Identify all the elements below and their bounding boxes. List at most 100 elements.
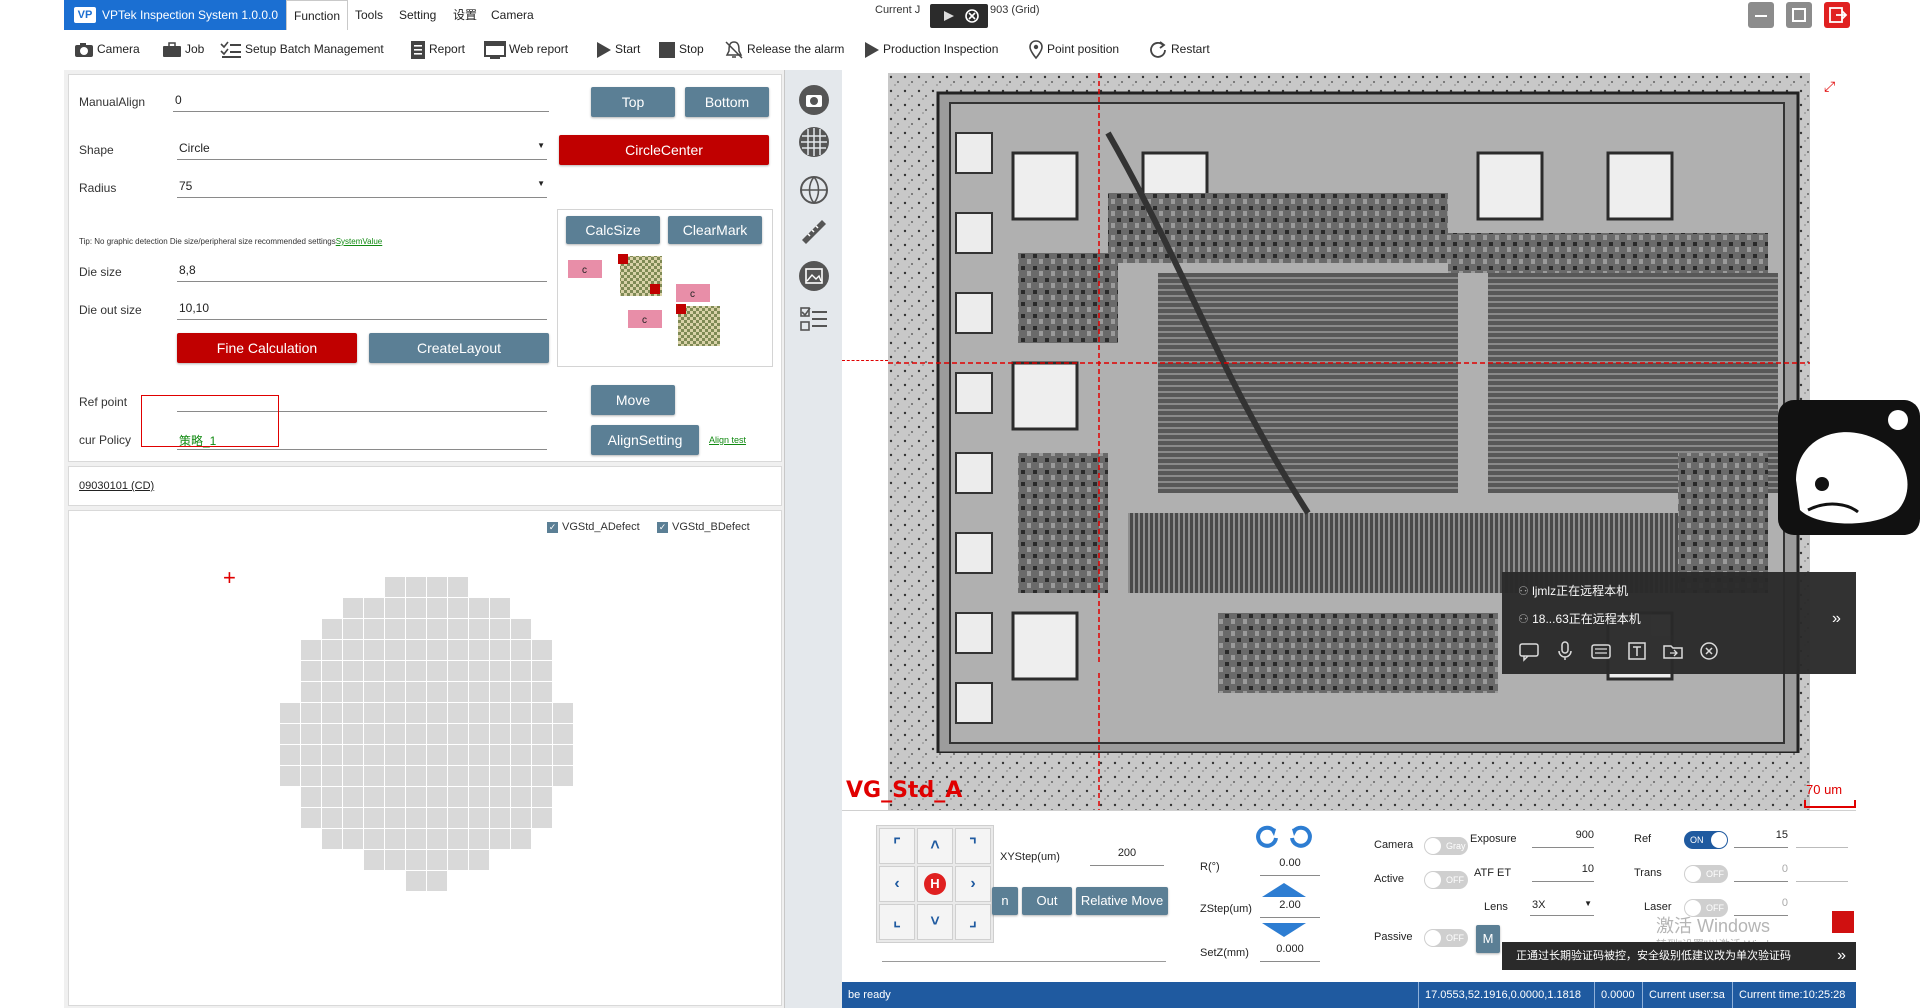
toolbar-stop-button[interactable]: Stop — [658, 34, 704, 64]
trans-extra-field[interactable] — [1796, 863, 1848, 882]
wafer-die[interactable] — [280, 745, 300, 765]
system-value-link[interactable]: SystemValue — [336, 237, 383, 246]
wafer-die[interactable] — [385, 661, 405, 681]
circle-center-button[interactable]: CircleCenter — [559, 135, 769, 165]
job-link[interactable]: 09030101 (CD) — [79, 480, 154, 492]
exit-button[interactable] — [1824, 2, 1850, 28]
wafer-die[interactable] — [532, 766, 552, 786]
wafer-die[interactable] — [322, 682, 342, 702]
wafer-die[interactable] — [343, 808, 363, 828]
wafer-die[interactable] — [511, 766, 531, 786]
wafer-die[interactable] — [490, 724, 510, 744]
clear-mark-button[interactable]: ClearMark — [668, 216, 762, 244]
home-button[interactable]: H — [917, 866, 953, 902]
menu-settings-cn[interactable]: 设置 — [446, 0, 484, 30]
toolbar-point-position-button[interactable]: Point position — [1028, 34, 1119, 64]
wafer-die[interactable] — [322, 661, 342, 681]
wafer-die[interactable] — [406, 787, 426, 807]
exposure-input[interactable]: 900 — [1532, 829, 1594, 848]
wafer-die[interactable] — [427, 808, 447, 828]
toolbar-report-button[interactable]: Report — [410, 34, 465, 64]
wafer-die[interactable] — [385, 682, 405, 702]
wafer-die[interactable] — [343, 787, 363, 807]
wafer-die[interactable] — [469, 787, 489, 807]
wafer-die[interactable] — [385, 640, 405, 660]
align-setting-button[interactable]: AlignSetting — [591, 425, 699, 455]
wafer-die[interactable] — [343, 682, 363, 702]
wafer-die[interactable] — [301, 808, 321, 828]
wafer-die[interactable] — [385, 745, 405, 765]
wafer-die[interactable] — [343, 745, 363, 765]
wafer-die[interactable] — [301, 724, 321, 744]
passive-toggle[interactable]: OFF — [1424, 929, 1468, 947]
wafer-die[interactable] — [385, 577, 405, 597]
wafer-die[interactable] — [343, 619, 363, 639]
wafer-die[interactable] — [532, 682, 552, 702]
trans-toggle[interactable]: OFF — [1684, 865, 1728, 883]
wafer-die[interactable] — [427, 703, 447, 723]
wafer-die[interactable] — [322, 619, 342, 639]
wafer-die[interactable] — [553, 703, 573, 723]
create-layout-button[interactable]: CreateLayout — [369, 333, 549, 363]
wafer-die[interactable] — [406, 703, 426, 723]
globe-icon[interactable] — [798, 174, 830, 206]
wafer-die[interactable] — [385, 787, 405, 807]
wafer-die[interactable] — [385, 619, 405, 639]
wafer-die[interactable] — [343, 724, 363, 744]
wafer-die[interactable] — [322, 829, 342, 849]
wafer-die[interactable] — [469, 598, 489, 618]
wafer-die[interactable] — [427, 598, 447, 618]
shape-select[interactable]: Circle ▼ — [177, 139, 547, 160]
wafer-die[interactable] — [448, 640, 468, 660]
wafer-die[interactable] — [322, 640, 342, 660]
move-down-right-button[interactable]: ⌟ — [955, 904, 991, 940]
wafer-die[interactable] — [427, 850, 447, 870]
wafer-die[interactable] — [406, 808, 426, 828]
remote-mic-icon[interactable] — [1554, 640, 1576, 665]
wafer-die[interactable] — [406, 598, 426, 618]
wafer-die[interactable] — [448, 577, 468, 597]
camera-icon[interactable] — [798, 84, 830, 116]
wafer-die[interactable] — [343, 766, 363, 786]
wafer-die[interactable] — [511, 787, 531, 807]
wafer-die[interactable] — [469, 703, 489, 723]
expand-icon[interactable]: ⤢ — [1824, 78, 1835, 95]
toolbar-release-alarm-button[interactable]: Release the alarm — [724, 34, 844, 64]
wafer-die[interactable] — [490, 640, 510, 660]
rotate-cw-button[interactable] — [1286, 823, 1316, 852]
atf-et-input[interactable]: 10 — [1532, 863, 1594, 882]
move-up-button[interactable]: ˄ — [917, 828, 953, 864]
toolbar-production-button[interactable]: Production Inspection — [862, 34, 998, 64]
wafer-die[interactable] — [406, 766, 426, 786]
wafer-die[interactable] — [406, 745, 426, 765]
ref-toggle[interactable]: ON — [1684, 831, 1728, 849]
wafer-die[interactable] — [490, 703, 510, 723]
wafer-die[interactable] — [448, 682, 468, 702]
menu-setting[interactable]: Setting — [392, 0, 443, 30]
wafer-die[interactable] — [469, 640, 489, 660]
wafer-die[interactable] — [490, 766, 510, 786]
wafer-die[interactable] — [532, 808, 552, 828]
wafer-die[interactable] — [490, 619, 510, 639]
wafer-die[interactable] — [343, 598, 363, 618]
move-right-button[interactable]: › — [955, 866, 991, 902]
wafer-die[interactable] — [364, 661, 384, 681]
remote-keyboard-icon[interactable] — [1590, 640, 1612, 665]
wafer-die[interactable] — [385, 808, 405, 828]
toolbar-start-button[interactable]: Start — [594, 34, 640, 64]
remote-control-bar[interactable] — [930, 4, 988, 28]
wafer-die[interactable] — [301, 745, 321, 765]
wafer-die[interactable] — [427, 871, 447, 891]
wafer-die[interactable] — [427, 577, 447, 597]
wafer-die[interactable] — [469, 766, 489, 786]
wafer-die[interactable] — [448, 808, 468, 828]
move-down-left-button[interactable]: ⌞ — [879, 904, 915, 940]
r-input[interactable]: 0.00 — [1260, 857, 1320, 876]
die-size-input[interactable]: 8,8 — [177, 261, 547, 282]
wafer-die[interactable] — [301, 787, 321, 807]
wafer-die[interactable] — [553, 724, 573, 744]
trans-input[interactable]: 0 — [1734, 863, 1788, 882]
wafer-die[interactable] — [532, 787, 552, 807]
wafer-die[interactable] — [343, 703, 363, 723]
wafer-die[interactable] — [406, 682, 426, 702]
